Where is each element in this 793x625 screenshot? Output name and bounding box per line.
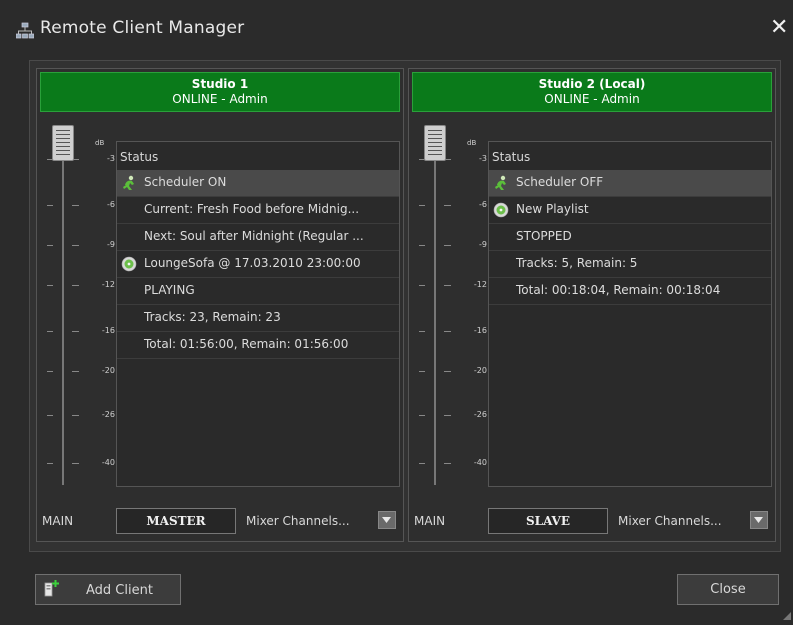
status-list-item[interactable]: Scheduler OFF	[489, 170, 771, 197]
studio-name: Studio 2 (Local)	[538, 77, 646, 91]
status-item-text: Tracks: 5, Remain: 5	[516, 256, 638, 270]
fader-tick	[47, 245, 79, 246]
mixer-channels-label[interactable]: Mixer Channels...	[618, 514, 722, 528]
fader-tick	[419, 463, 451, 464]
volume-fader[interactable]: -3 -6 -9 -12 -16 -20 -26 -40 dB	[45, 125, 115, 485]
fader-tick	[419, 245, 451, 246]
main-channel-label: MAIN	[414, 514, 446, 528]
status-item-text: STOPPED	[516, 229, 572, 243]
status-list-item[interactable]: Scheduler ON	[117, 170, 399, 197]
status-column-header: Status	[492, 150, 531, 164]
fader-scale-label: -40	[473, 458, 487, 467]
fader-tick	[419, 415, 451, 416]
studio-header: Studio 1 ONLINE - Admin	[40, 72, 400, 112]
fader-tick	[47, 331, 79, 332]
status-list-item[interactable]: Next: Soul after Midnight (Regular ...	[117, 224, 399, 251]
status-list-item[interactable]: Tracks: 23, Remain: 23	[117, 305, 399, 332]
fader-scale-label: -12	[101, 280, 115, 289]
status-item-text: New Playlist	[516, 202, 589, 216]
fader-scale-label: -3	[479, 154, 487, 163]
fader-scale-label: -20	[473, 366, 487, 375]
add-client-icon	[42, 580, 60, 598]
fader-tick	[419, 205, 451, 206]
mixer-dropdown-button[interactable]	[378, 511, 396, 529]
fader-scale-label: -9	[107, 240, 115, 249]
status-item-text: LoungeSofa @ 17.03.2010 23:00:00	[144, 256, 361, 270]
studio-panel-1: Studio 1 ONLINE - Admin -3 -6 -9 -12 -16 -20 -26…	[36, 68, 404, 542]
status-item-text: Tracks: 23, Remain: 23	[144, 310, 281, 324]
mixer-dropdown-button[interactable]	[750, 511, 768, 529]
close-button[interactable]: Close	[677, 574, 779, 605]
main-channel-label: MAIN	[42, 514, 74, 528]
status-list-item[interactable]: Total: 00:18:04, Remain: 00:18:04	[489, 278, 771, 305]
fader-scale-label: -3	[107, 154, 115, 163]
fader-tick	[47, 205, 79, 206]
window-title: Remote Client Manager	[40, 18, 245, 38]
status-item-text: Scheduler OFF	[516, 175, 604, 189]
studio-status: ONLINE - Admin	[544, 92, 640, 106]
studio-controls: MAIN SLAVE Mixer Channels...	[412, 505, 772, 535]
close-button-label: Close	[710, 582, 746, 597]
fader-unit-label: dB	[95, 139, 105, 147]
status-item-text: Current: Fresh Food before Midnig...	[144, 202, 360, 216]
fader-tick	[47, 415, 79, 416]
studio-name: Studio 1	[191, 77, 249, 91]
fader-scale-label: -20	[101, 366, 115, 375]
fader-scale-label: -16	[473, 326, 487, 335]
fader-scale-label: -9	[479, 240, 487, 249]
volume-fader[interactable]: -3 -6 -9 -12 -16 -20 -26 -40 dB	[417, 125, 487, 485]
status-list-item[interactable]: New Playlist	[489, 197, 771, 224]
status-item-text: Scheduler ON	[144, 175, 227, 189]
network-icon	[15, 22, 35, 40]
status-list-item[interactable]: Total: 01:56:00, Remain: 01:56:00	[117, 332, 399, 359]
studio-controls: MAIN MASTER Mixer Channels...	[40, 505, 400, 535]
status-list-item[interactable]: Tracks: 5, Remain: 5	[489, 251, 771, 278]
fader-knob[interactable]	[424, 125, 446, 161]
studio-header: Studio 2 (Local) ONLINE - Admin	[412, 72, 772, 112]
playlist-icon	[121, 256, 137, 272]
fader-scale-label: -6	[107, 200, 115, 209]
fader-scale-label: -40	[101, 458, 115, 467]
playlist-icon	[493, 202, 509, 218]
role-button[interactable]: SLAVE	[488, 508, 608, 534]
fader-tick	[419, 331, 451, 332]
role-button[interactable]: MASTER	[116, 508, 236, 534]
fader-scale-label: -12	[473, 280, 487, 289]
status-item-text: Next: Soul after Midnight (Regular ...	[144, 229, 364, 243]
status-item-text: PLAYING	[144, 283, 195, 297]
status-list-item[interactable]: STOPPED	[489, 224, 771, 251]
add-client-button[interactable]: Add Client	[35, 574, 181, 605]
add-client-label: Add Client	[86, 583, 153, 598]
scheduler-icon	[121, 175, 137, 191]
fader-scale-label: -26	[473, 410, 487, 419]
studio-panel-2: Studio 2 (Local) ONLINE - Admin -3 -6 -9 -12-…	[408, 68, 776, 542]
status-list[interactable]: Status Scheduler OFF New Playlist STOPPED Tr…	[488, 141, 772, 487]
fader-tick	[419, 371, 451, 372]
close-icon[interactable]: ✕	[770, 15, 788, 40]
fader-track	[62, 125, 64, 485]
fader-scale-label: -6	[479, 200, 487, 209]
studio-status: ONLINE - Admin	[172, 92, 268, 106]
status-item-text: Total: 01:56:00, Remain: 01:56:00	[144, 337, 349, 351]
fader-scale-label: -16	[101, 326, 115, 335]
fader-track	[434, 125, 436, 485]
status-item-text: Total: 00:18:04, Remain: 00:18:04	[516, 283, 721, 297]
resize-grip-icon[interactable]	[783, 609, 791, 623]
status-list[interactable]: Status Scheduler ON Current: Fresh Food be…	[116, 141, 400, 487]
fader-tick	[47, 463, 79, 464]
status-list-item[interactable]: Current: Fresh Food before Midnig...	[117, 197, 399, 224]
fader-tick	[47, 371, 79, 372]
scheduler-icon	[493, 175, 509, 191]
status-column-header: Status	[120, 150, 159, 164]
fader-knob[interactable]	[52, 125, 74, 161]
fader-unit-label: dB	[467, 139, 477, 147]
fader-scale-label: -26	[101, 410, 115, 419]
title-bar: Remote Client Manager ✕	[0, 0, 793, 60]
fader-tick	[419, 285, 451, 286]
mixer-channels-label[interactable]: Mixer Channels...	[246, 514, 350, 528]
status-list-item[interactable]: PLAYING	[117, 278, 399, 305]
fader-tick	[47, 285, 79, 286]
status-list-item[interactable]: LoungeSofa @ 17.03.2010 23:00:00	[117, 251, 399, 278]
